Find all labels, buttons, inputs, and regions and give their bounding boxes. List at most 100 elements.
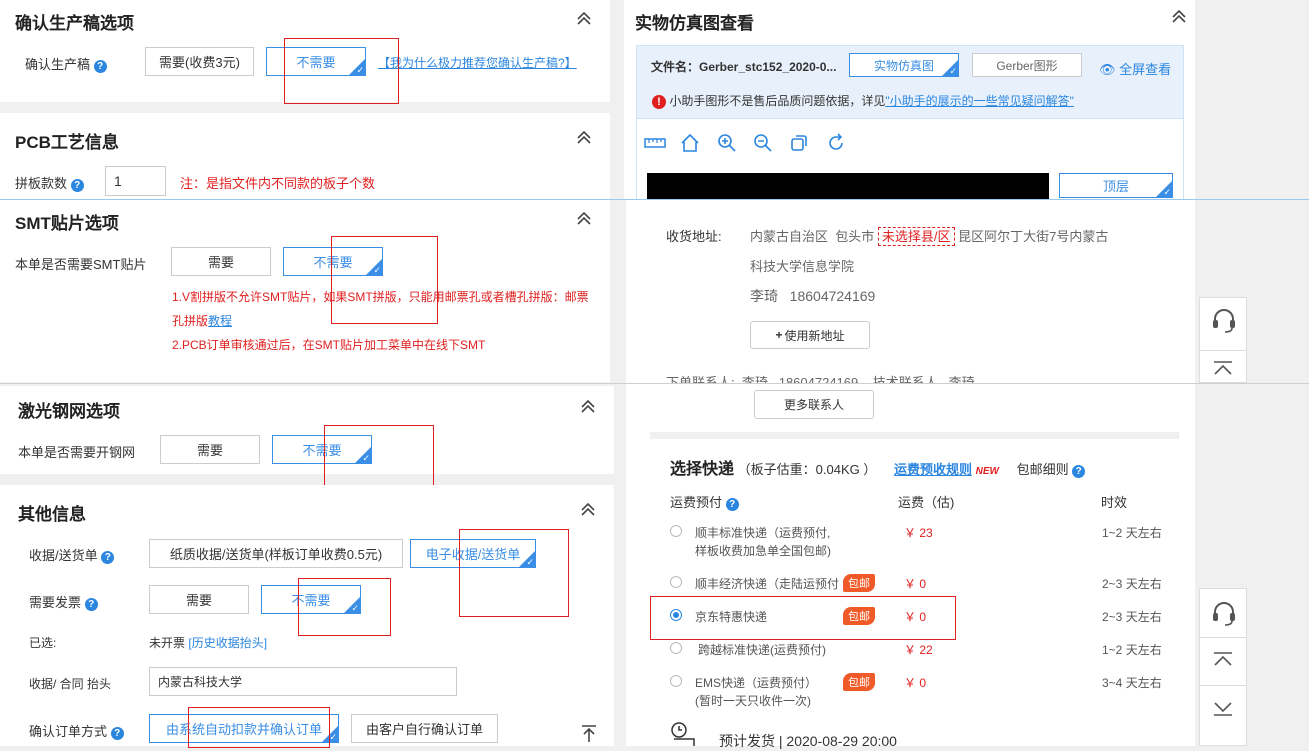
help-icon[interactable]: ? xyxy=(725,498,739,511)
help-icon[interactable]: ? xyxy=(93,60,107,73)
help-icon[interactable]: ? xyxy=(70,179,84,192)
col-time: 时效 xyxy=(1101,495,1128,510)
stencil-panel: 激光钢网选项 本单是否需要开钢网 需要 不需要 ✓ xyxy=(0,386,614,474)
shipping-time: 3~4 天左右 xyxy=(1102,676,1162,690)
smt-noneed-option[interactable]: 不需要 ✓ xyxy=(283,247,383,276)
stencil-noneed-option[interactable]: 不需要 ✓ xyxy=(272,435,372,464)
free-shipping-detail[interactable]: 包邮细则 xyxy=(1017,462,1069,477)
selected-value: 未开票 [历史收据抬头] xyxy=(149,636,268,650)
smt-note-1b: 孔拼版教程 xyxy=(172,314,233,328)
address-panel: 收货地址: 内蒙古自治区 包头市 未选择县/区 昆区阿尔丁大街7号内蒙古 科技大… xyxy=(626,200,1195,383)
shipping-title-row: 选择快递 （板子估重：0.04KG ） 运费预收规则 NEW 包邮细则 ? xyxy=(670,455,1086,479)
panel-count-input[interactable]: 1 xyxy=(105,166,166,196)
header-input[interactable]: 内蒙古科技大学 xyxy=(149,667,457,696)
customer-service-icon[interactable] xyxy=(1211,308,1237,334)
contact-row: 下单联系人: 李琦 18604724169 技术联系人 李琦 xyxy=(666,375,975,383)
confirm-need-option[interactable]: 需要(收费3元) xyxy=(145,47,254,76)
home-icon[interactable] xyxy=(680,133,700,153)
file-name: 文件名：Gerber_stc152_2020-0... xyxy=(651,60,837,74)
plus-icon: + xyxy=(775,328,783,342)
invoice-noneed-option[interactable]: 不需要 ✓ xyxy=(261,585,361,614)
sim-panel: 实物仿真图查看 文件名：Gerber_stc152_2020-0... 实物仿真… xyxy=(624,0,1195,200)
shipping-fee: ￥ 22 xyxy=(904,643,933,657)
panel-count-label: 拼板款数 ? xyxy=(15,173,84,192)
receipt-electronic-option[interactable]: 电子收据/送货单 ✓ xyxy=(410,539,536,568)
check-icon: ✓ xyxy=(1163,187,1171,197)
shipping-radio[interactable] xyxy=(670,675,682,687)
shipping-radio[interactable] xyxy=(670,576,682,588)
freight-rule-link[interactable]: 运费预收规则 xyxy=(894,462,972,477)
header-label: 收据/ 合同 抬头 xyxy=(29,677,112,691)
history-header-link[interactable]: [历史收据抬头] xyxy=(188,636,267,650)
sim-title: 实物仿真图查看 xyxy=(635,14,754,33)
more-contacts-button[interactable]: 更多联系人 xyxy=(754,390,874,419)
copy-icon[interactable] xyxy=(789,133,809,153)
shipping-radio[interactable] xyxy=(670,525,682,537)
other-title: 其他信息 xyxy=(18,505,86,524)
collapse-icon[interactable] xyxy=(576,11,592,25)
shipping-fee: ￥ 0 xyxy=(904,676,927,690)
collapse-icon[interactable] xyxy=(580,399,596,413)
why-confirm-link[interactable]: 【我为什么极力推荐您确认生产稿?】 xyxy=(378,54,577,71)
back-to-top-icon[interactable] xyxy=(1213,360,1233,378)
confirm-auto-option[interactable]: 由系统自动扣款并确认订单 ✓ xyxy=(149,714,339,743)
back-to-top-icon[interactable] xyxy=(580,724,598,742)
customer-service-icon[interactable] xyxy=(1211,601,1237,627)
shipping-time: 1~2 天左右 xyxy=(1102,526,1162,540)
receipt-paper-option[interactable]: 纸质收据/送货单(样板订单收费0.5元) xyxy=(149,539,403,568)
invoice-need-option[interactable]: 需要 xyxy=(149,585,249,614)
collapse-icon[interactable] xyxy=(1171,9,1187,23)
confirm-method-label: 确认订单方式 ? xyxy=(29,721,124,740)
shipping-radio[interactable] xyxy=(670,609,682,621)
collapse-icon[interactable] xyxy=(580,502,596,516)
smt-panel: SMT贴片选项 本单是否需要SMT贴片 需要 不需要 ✓ 1.V割拼版不允许SMT… xyxy=(0,200,610,382)
sim-warning: ! 小助手图形不是售后品质问题依据，详见"小助手的展示的一些常见疑问解答" xyxy=(652,92,1074,109)
collapse-icon[interactable] xyxy=(576,211,592,225)
ruler-icon[interactable] xyxy=(644,134,666,152)
check-icon: ✓ xyxy=(526,557,534,567)
scroll-down-icon[interactable] xyxy=(1213,699,1233,717)
shipping-time: 1~2 天左右 xyxy=(1102,643,1162,657)
faq-link[interactable]: "小助手的展示的一些常见疑问解答" xyxy=(885,94,1074,108)
sim-view-button[interactable]: 实物仿真图 ✓ xyxy=(849,53,959,77)
back-to-top-icon[interactable] xyxy=(1213,651,1233,669)
layer-select[interactable]: 顶层 ✓ xyxy=(1059,173,1173,198)
help-icon[interactable]: ? xyxy=(84,598,98,611)
divider xyxy=(1200,637,1246,638)
check-icon: ✓ xyxy=(356,65,364,75)
panel-count-note: 注：是指文件内不同款的板子个数 xyxy=(180,176,376,191)
district-select[interactable]: 未选择县/区 xyxy=(877,227,955,246)
divider xyxy=(1200,685,1246,686)
zoom-out-icon[interactable] xyxy=(753,133,773,153)
shipping-fee: ￥ 0 xyxy=(904,577,927,591)
help-icon[interactable]: ? xyxy=(1072,465,1086,478)
shipping-radio[interactable] xyxy=(670,642,682,654)
gerber-view-button[interactable]: Gerber图形 xyxy=(972,53,1082,77)
col-fee: 运费（估) xyxy=(898,495,955,510)
confirm-label: 确认生产稿 ? xyxy=(25,54,107,73)
shipping-name-line2: (暂时一天只收件一次) xyxy=(695,694,811,708)
invoice-label: 需要发票 ? xyxy=(29,592,98,611)
warning-icon: ! xyxy=(652,95,666,109)
new-address-button[interactable]: + 使用新地址 xyxy=(750,321,870,349)
collapse-icon[interactable] xyxy=(576,130,592,144)
redacted-bar xyxy=(647,173,1049,200)
help-icon[interactable]: ? xyxy=(110,727,124,740)
shipping-name-line2: 样板收费加急单全国包邮) xyxy=(695,544,831,558)
check-icon: ✓ xyxy=(329,732,337,742)
address-label: 收货地址: xyxy=(666,229,722,244)
confirm-manual-option[interactable]: 由客户自行确认订单 xyxy=(351,714,498,743)
help-icon[interactable]: ? xyxy=(101,551,115,564)
refresh-icon[interactable] xyxy=(826,133,846,153)
confirm-noneed-option[interactable]: 不需要 ✓ xyxy=(266,47,366,76)
shipping-name: 顺丰标准快递（运费预付, xyxy=(695,526,831,540)
smt-need-option[interactable]: 需要 xyxy=(171,247,271,276)
fullscreen-button[interactable]: 👁 全屏查看 xyxy=(1099,59,1171,78)
confirm-panel: 确认生产稿选项 确认生产稿 ? 需要(收费3元) 不需要 ✓ 【我为什么极力推荐您… xyxy=(0,0,610,102)
zoom-in-icon[interactable] xyxy=(717,133,737,153)
stencil-need-option[interactable]: 需要 xyxy=(160,435,260,464)
smt-note-2: 2.PCB订单审核通过后，在SMT贴片加工菜单中在线下SMT xyxy=(172,338,486,352)
tutorial-link[interactable]: 教程 xyxy=(208,314,232,328)
shipping-panel: 更多联系人 选择快递 （板子估重：0.04KG ） 运费预收规则 NEW 包邮细… xyxy=(626,384,1195,749)
side-toolbar-bottom xyxy=(1199,588,1247,746)
